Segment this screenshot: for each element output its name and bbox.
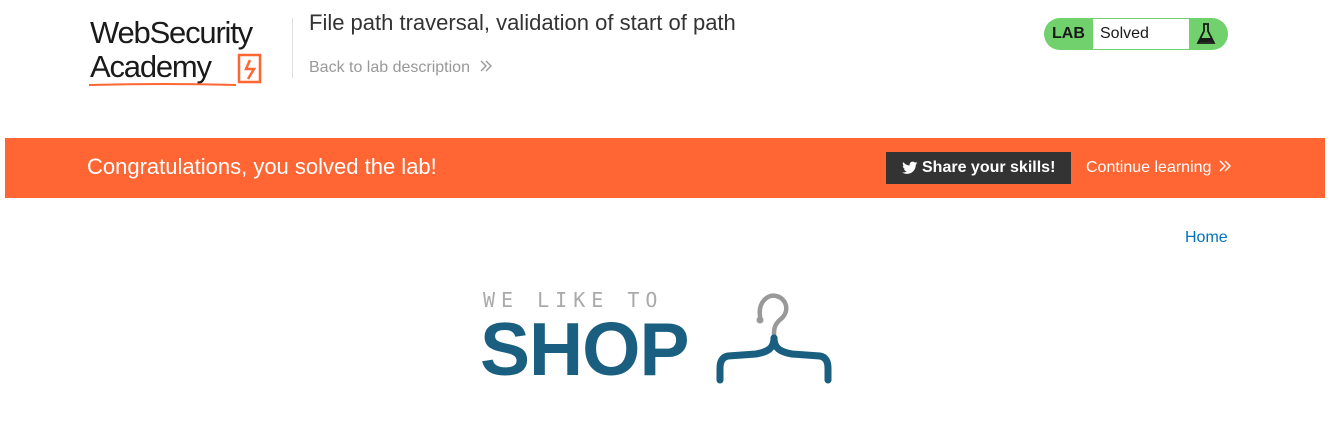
double-chevron-right-icon bbox=[480, 60, 493, 72]
share-skills-label: Share your skills! bbox=[922, 159, 1056, 176]
continue-learning-label: Continue learning bbox=[1086, 159, 1212, 176]
flask-icon bbox=[1196, 23, 1216, 44]
solved-banner: Congratulations, you solved the lab! Sha… bbox=[5, 138, 1325, 198]
back-to-lab-description-link[interactable]: Back to lab description bbox=[309, 59, 493, 77]
logo-underline-icon bbox=[88, 83, 237, 86]
coat-hanger-icon bbox=[716, 293, 832, 384]
logo-text-line1: WebSecurity bbox=[90, 15, 253, 50]
back-link-label: Back to lab description bbox=[309, 59, 470, 76]
lab-status-value: Solved bbox=[1100, 25, 1149, 42]
congratulations-message: Congratulations, you solved the lab! bbox=[87, 154, 437, 179]
academy-mark-icon bbox=[237, 53, 262, 84]
share-skills-button[interactable]: Share your skills! bbox=[886, 152, 1071, 184]
continue-learning-link[interactable]: Continue learning bbox=[1086, 159, 1231, 177]
home-link[interactable]: Home bbox=[1185, 229, 1228, 247]
logo-text-line2: Academy bbox=[90, 49, 212, 84]
lab-status-widget: LAB Solved bbox=[1044, 18, 1228, 50]
web-security-academy-logo[interactable]: WebSecurity Academy bbox=[86, 12, 296, 90]
lab-title: File path traversal, validation of start… bbox=[309, 10, 736, 35]
lab-status-label: LAB bbox=[1052, 25, 1085, 42]
shop-logo-word: SHOP bbox=[480, 307, 690, 391]
shop-logo: WE LIKE TO SHOP bbox=[480, 288, 840, 388]
lab-status-value-box: Solved bbox=[1092, 18, 1190, 50]
header-divider bbox=[292, 18, 293, 78]
twitter-icon bbox=[902, 161, 918, 174]
double-chevron-right-icon bbox=[1219, 160, 1231, 172]
lab-header: WebSecurity Academy File path traversal,… bbox=[0, 0, 1330, 138]
